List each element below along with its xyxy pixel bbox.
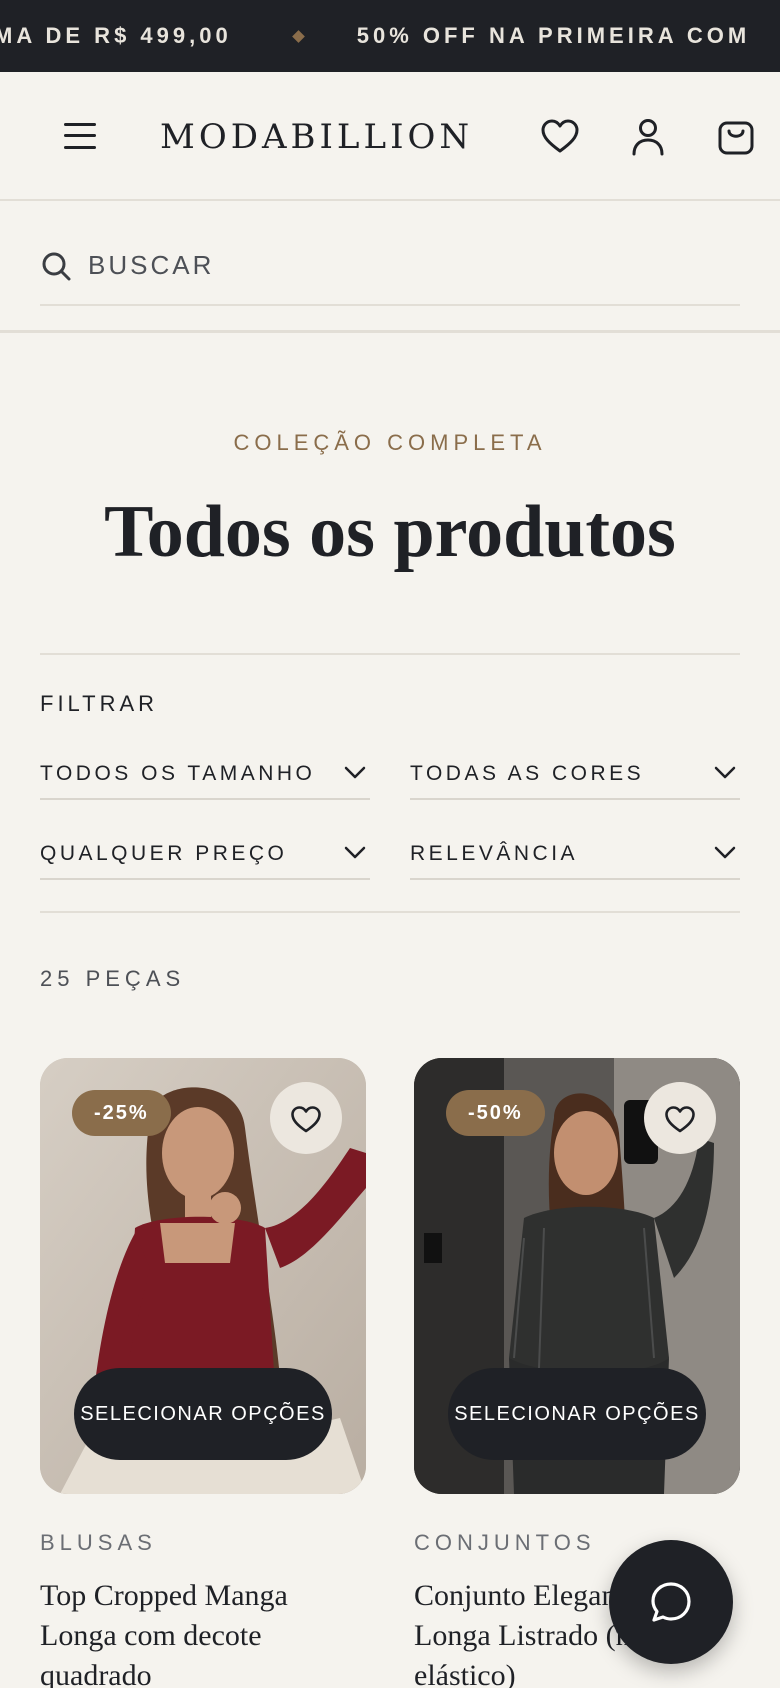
divider <box>40 653 740 655</box>
chevron-down-icon <box>714 766 736 779</box>
chevron-down-icon <box>344 846 366 859</box>
site-logo[interactable]: MODABILLION <box>160 117 473 157</box>
sort-label: RELEVÂNCIA <box>410 842 579 865</box>
heart-icon <box>291 1106 321 1133</box>
product-card[interactable]: -25% SELECIONAR OPÇÕES BLUSAS Top Croppe… <box>40 1058 366 1688</box>
chat-bubble-icon <box>651 1582 691 1622</box>
heart-icon[interactable] <box>540 117 580 157</box>
search-icon[interactable] <box>40 250 72 282</box>
chevron-down-icon <box>714 846 736 859</box>
product-image[interactable]: -25% SELECIONAR OPÇÕES <box>40 1058 366 1494</box>
search-bar <box>40 240 740 306</box>
color-filter-label: TODAS AS CORES <box>410 762 645 785</box>
add-to-wishlist-button[interactable] <box>644 1082 716 1154</box>
filter-label: FILTRAR <box>40 691 159 716</box>
sort-dropdown[interactable]: RELEVÂNCIA <box>410 836 740 880</box>
collection-eyebrow: COLEÇÃO COMPLETA <box>233 430 547 455</box>
diamond-separator-icon <box>291 29 305 43</box>
page-title: Todos os produtos <box>104 491 676 573</box>
announcement-text-right: 50% OFF NA PRIMEIRA COM <box>356 23 751 48</box>
add-to-wishlist-button[interactable] <box>270 1082 342 1154</box>
menu-icon[interactable] <box>64 121 96 151</box>
search-input[interactable] <box>88 240 728 290</box>
product-category: CONJUNTOS <box>414 1530 596 1555</box>
product-image[interactable]: -50% SELECIONAR OPÇÕES <box>414 1058 740 1494</box>
discount-badge: -50% <box>446 1090 545 1136</box>
size-filter-dropdown[interactable]: TODOS OS TAMANHO <box>40 756 370 800</box>
size-filter-label: TODOS OS TAMANHO <box>40 762 316 785</box>
price-filter-dropdown[interactable]: QUALQUER PREÇO <box>40 836 370 880</box>
announcement-text-left: MA DE R$ 499,00 <box>0 23 232 48</box>
announcement-bar: MA DE R$ 499,00 50% OFF NA PRIMEIRA COM <box>0 0 780 72</box>
bag-icon[interactable] <box>716 116 756 156</box>
discount-badge: -25% <box>72 1090 171 1136</box>
divider <box>40 911 740 913</box>
search-divider <box>0 330 780 333</box>
select-options-button[interactable]: SELECIONAR OPÇÕES <box>448 1368 706 1460</box>
product-category: BLUSAS <box>40 1530 157 1555</box>
chat-button[interactable] <box>609 1540 733 1664</box>
chevron-down-icon <box>344 766 366 779</box>
announcement-marquee: MA DE R$ 499,00 50% OFF NA PRIMEIRA COM <box>0 0 750 72</box>
select-options-button[interactable]: SELECIONAR OPÇÕES <box>74 1368 332 1460</box>
user-icon[interactable] <box>628 117 668 157</box>
heart-icon <box>665 1106 695 1133</box>
color-filter-dropdown[interactable]: TODAS AS CORES <box>410 756 740 800</box>
price-filter-label: QUALQUER PREÇO <box>40 842 288 865</box>
product-count: 25 PEÇAS <box>40 966 186 991</box>
product-name[interactable]: Top Cropped Manga Longa com decote quadr… <box>40 1576 370 1688</box>
